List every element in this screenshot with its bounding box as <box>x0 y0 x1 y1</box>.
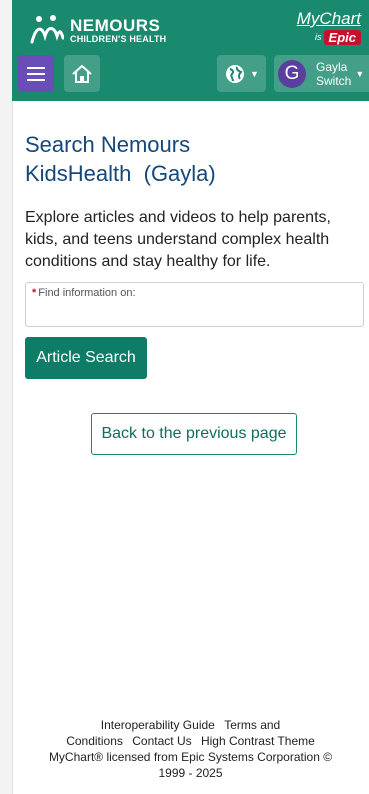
hamburger-menu-icon <box>27 66 45 81</box>
required-mark: * <box>32 287 37 299</box>
user-name: Gayla <box>316 59 348 74</box>
contact-us-link[interactable]: Contact Us <box>132 734 191 748</box>
chevron-down-icon: ▼ <box>250 68 259 79</box>
footer: Interoperability Guide Terms and Conditi… <box>12 717 369 781</box>
page-title-line1: Search Nemours <box>25 132 191 157</box>
mychart-epic-logo: MyChart is Epic <box>297 10 361 46</box>
globe-icon <box>226 64 245 83</box>
terms-link-part1[interactable]: Terms and <box>224 718 280 732</box>
search-field-label-text: Find information on: <box>38 287 136 299</box>
nemours-logo-icon <box>30 15 64 44</box>
copyright-years: 1999 - 2025 <box>158 766 223 780</box>
brand-subtitle: CHILDREN'S HEALTH <box>70 33 167 44</box>
back-button[interactable]: Back to the previous page <box>91 413 297 455</box>
brand-name: NEMOURS <box>70 15 161 35</box>
user-switch-button[interactable]: G Gayla Switch ▼ <box>274 55 369 92</box>
left-border <box>0 0 13 794</box>
chevron-down-icon: ▼ <box>355 68 365 79</box>
home-icon <box>72 64 92 83</box>
epic-badge: Epic <box>323 30 361 46</box>
terms-link-part2[interactable]: Conditions <box>66 734 123 748</box>
article-search-button[interactable]: Article Search <box>25 337 147 379</box>
user-switch-label: Switch <box>316 73 352 88</box>
search-input[interactable] <box>32 302 357 322</box>
nemours-logo[interactable]: NEMOURS CHILDREN'S HEALTH <box>30 14 166 46</box>
home-button[interactable] <box>64 55 100 92</box>
page-title-line2: KidsHealth (Gayla) <box>25 161 216 186</box>
avatar: G <box>278 59 306 88</box>
mychart-name: MyChart <box>296 9 361 28</box>
menu-button[interactable] <box>18 55 54 92</box>
mychart-is: is <box>315 32 322 43</box>
search-field[interactable]: * Find information on: <box>25 282 364 327</box>
page-title: Search Nemours KidsHealth (Gayla) <box>25 130 325 188</box>
high-contrast-link[interactable]: High Contrast Theme <box>201 734 315 748</box>
app-header: NEMOURS CHILDREN'S HEALTH MyChart is Epic… <box>12 0 369 101</box>
page-description: Explore articles and videos to help pare… <box>25 209 331 270</box>
language-button[interactable]: ▼ <box>217 55 266 92</box>
license-text: MyChart® licensed from Epic Systems Corp… <box>48 750 333 764</box>
search-field-label: * Find information on: <box>32 287 136 299</box>
interoperability-guide-link[interactable]: Interoperability Guide <box>101 718 215 732</box>
